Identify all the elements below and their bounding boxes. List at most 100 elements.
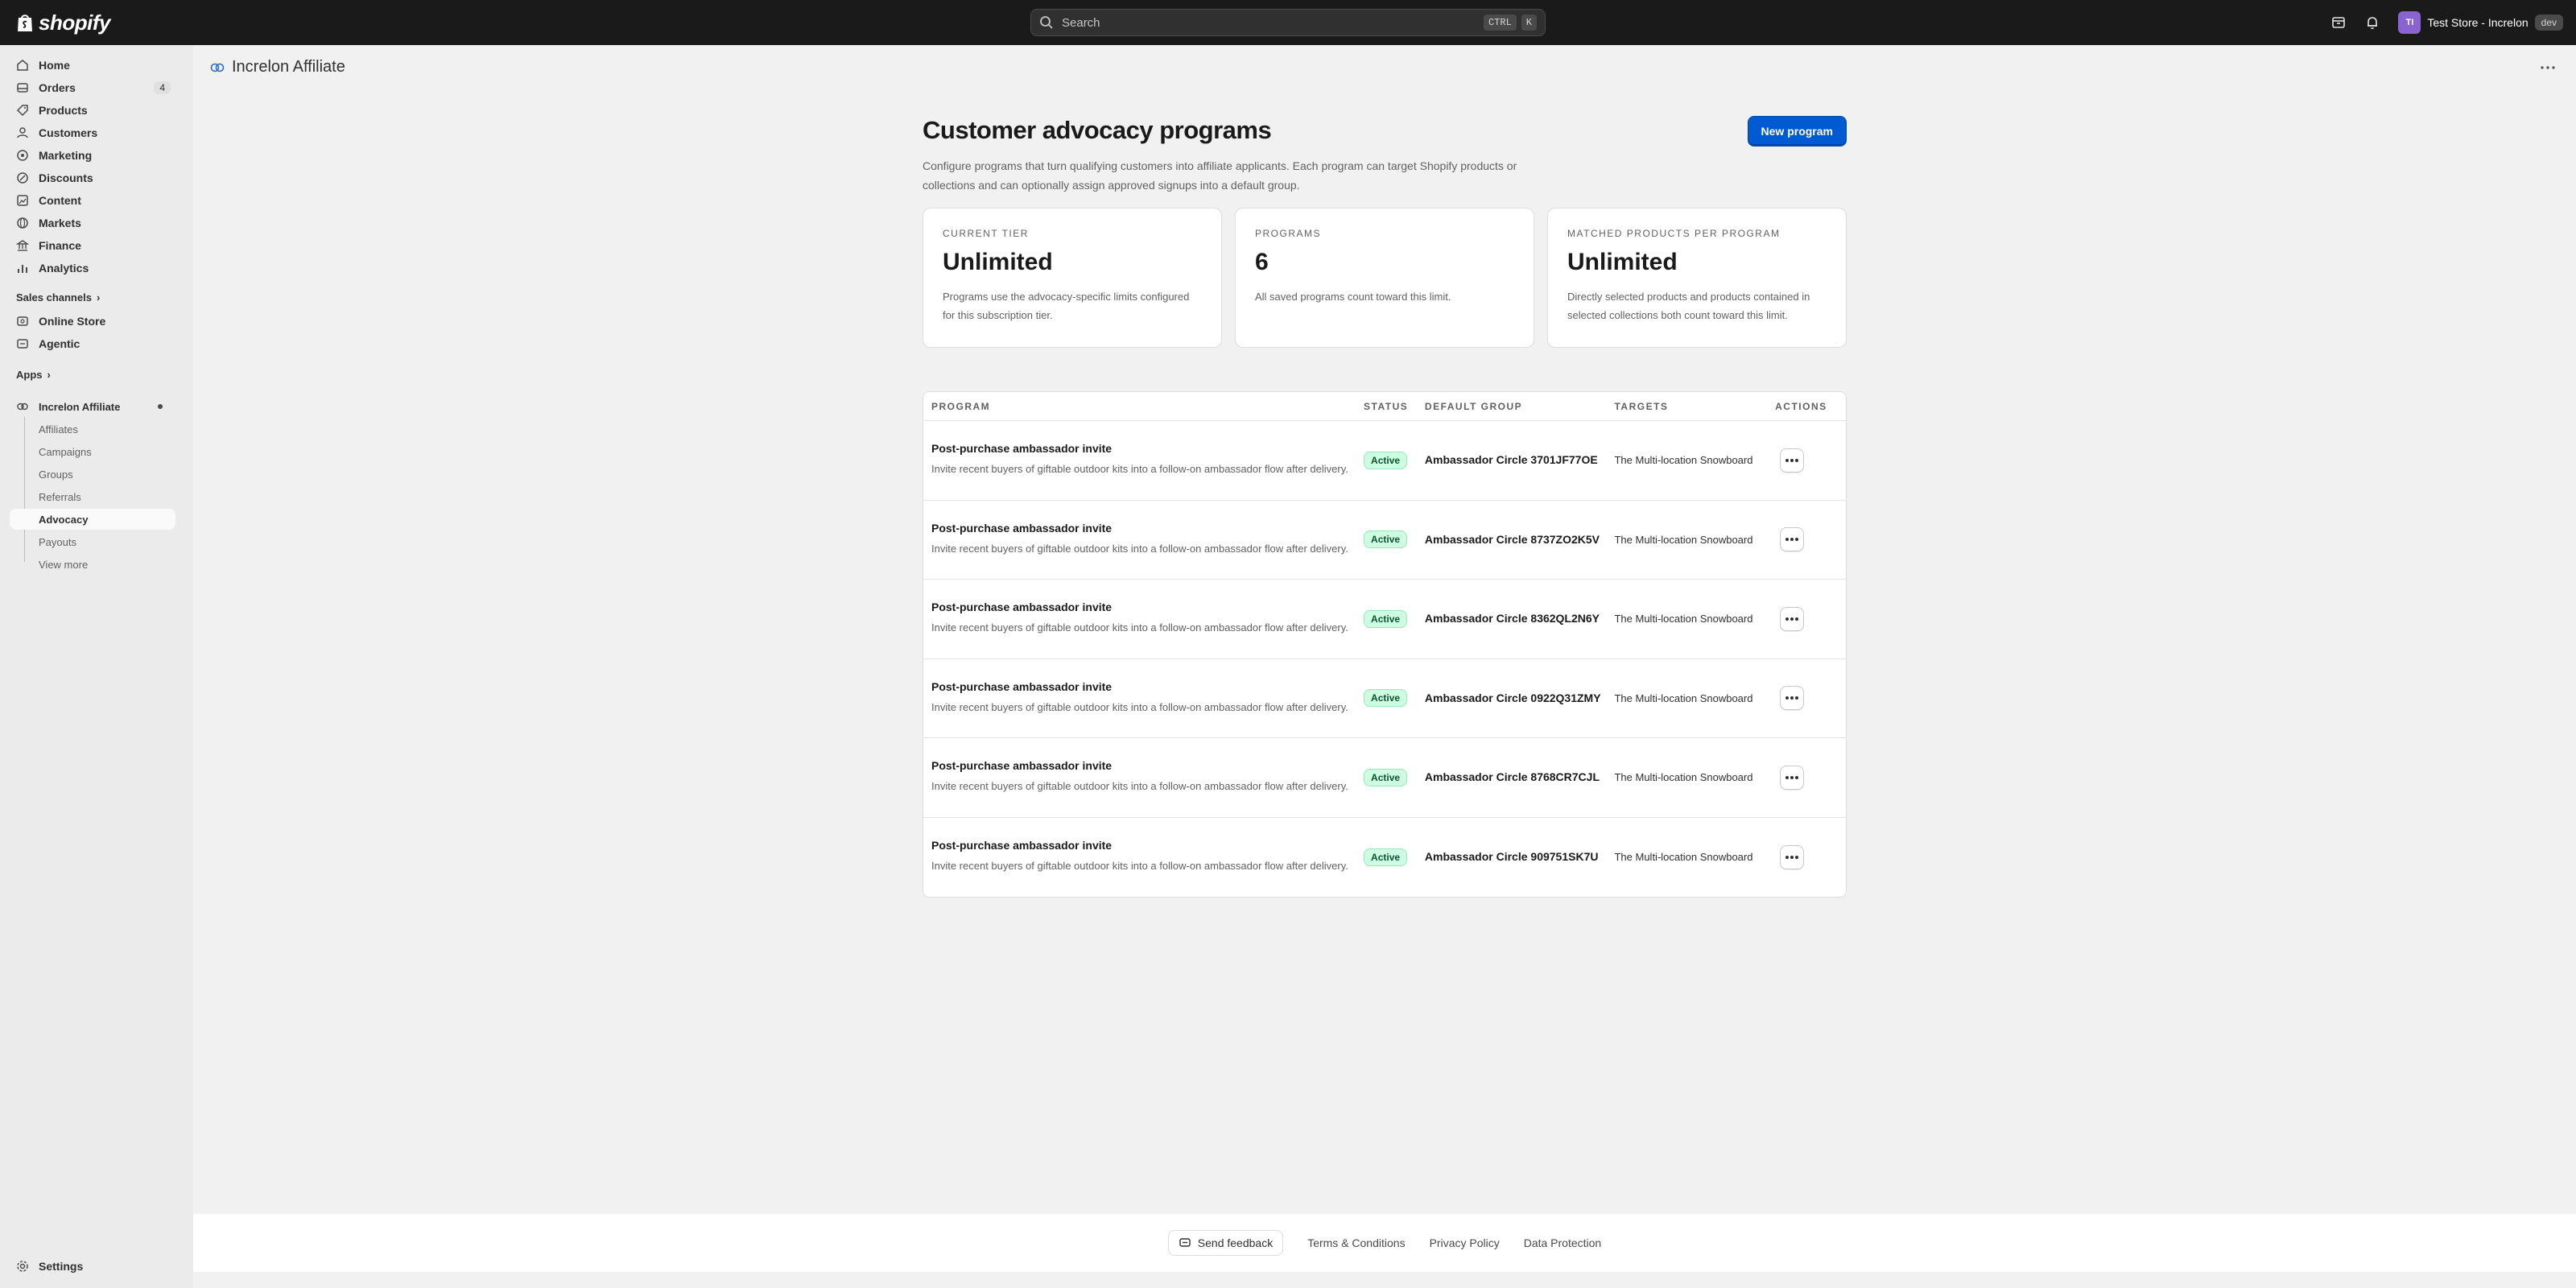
more-horizontal-icon — [1785, 696, 1799, 700]
increlon-app-icon — [17, 402, 28, 411]
sidebar-item-label: Customers — [39, 126, 98, 139]
sidebar-item-content[interactable]: Content — [10, 190, 175, 211]
status-badge: Active — [1364, 451, 1408, 469]
new-program-button[interactable]: New program — [1747, 116, 1847, 147]
terms-link[interactable]: Terms & Conditions — [1307, 1236, 1405, 1249]
sidebar-item-orders[interactable]: Orders 4 — [10, 77, 175, 98]
program-desc: Invite recent buyers of giftable outdoor… — [931, 700, 1348, 713]
sidebar-item-products[interactable]: Products — [10, 100, 175, 121]
shopify-logo[interactable]: shopify — [16, 10, 110, 35]
card-value: Unlimited — [943, 249, 1053, 275]
row-actions-button[interactable] — [1780, 844, 1805, 869]
sidebar-item-label: Finance — [39, 239, 81, 252]
sidebar-item-label: Agentic — [39, 337, 80, 350]
status-badge: Active — [1364, 768, 1408, 786]
sidebar-item-label: Marketing — [39, 149, 93, 162]
send-feedback-button[interactable]: Send feedback — [1167, 1230, 1284, 1256]
default-group: Ambassador Circle 3701JF77OE — [1424, 453, 1598, 467]
row-actions-button[interactable] — [1780, 686, 1805, 711]
program-name[interactable]: Post-purchase ambassador invite — [931, 680, 1364, 693]
sidebar-item-customers[interactable]: Customers — [10, 122, 175, 143]
sidebar-sub-advocacy[interactable]: Advocacy — [10, 509, 175, 530]
program-desc: Invite recent buyers of giftable outdoor… — [931, 621, 1348, 634]
row-actions-button[interactable] — [1780, 527, 1805, 552]
data-protection-link[interactable]: Data Protection — [1524, 1236, 1602, 1249]
sidebar-item-discounts[interactable]: Discounts — [10, 167, 175, 188]
program-target: The Multi-location Snowboard — [1614, 691, 1753, 704]
sidebar-item-online-store[interactable]: Online Store — [10, 311, 175, 332]
row-actions-button[interactable] — [1780, 448, 1805, 473]
sidebar-item-settings[interactable]: Settings — [10, 1256, 175, 1277]
chevron-right-icon: › — [96, 291, 101, 303]
table-row[interactable]: Post-purchase ambassador invite Invite re… — [923, 421, 1846, 501]
search-input[interactable]: Search — [1062, 16, 1479, 30]
sidebar-item-finance[interactable]: Finance — [10, 235, 175, 256]
dev-badge: dev — [2534, 14, 2563, 31]
privacy-link[interactable]: Privacy Policy — [1430, 1236, 1500, 1249]
top-right-actions: TI Test Store - Increlon dev — [2330, 10, 2563, 35]
matched-products-card: MATCHED PRODUCTS PER PROGRAM Unlimited D… — [1547, 208, 1847, 348]
sidebar-item-label: Orders — [39, 81, 76, 94]
more-horizontal-icon[interactable] — [2537, 60, 2558, 76]
sidebar-sub-view-more[interactable]: View more — [39, 554, 88, 575]
bell-icon[interactable] — [2364, 14, 2380, 31]
program-name[interactable]: Post-purchase ambassador invite — [931, 442, 1364, 455]
apps-label: Apps — [16, 369, 43, 381]
products-icon — [16, 105, 28, 117]
program-target: The Multi-location Snowboard — [1614, 771, 1753, 784]
page-subtitle: Configure programs that turn qualifying … — [923, 159, 1517, 192]
table-row[interactable]: Post-purchase ambassador invite Invite re… — [923, 580, 1846, 659]
programs-card: PROGRAMS 6 All saved programs count towa… — [1235, 208, 1534, 348]
program-target: The Multi-location Snowboard — [1614, 613, 1753, 625]
sidebar-item-label: Products — [39, 104, 88, 117]
programs-table: PROGRAM STATUS DEFAULT GROUP TARGETS ACT… — [923, 391, 1847, 898]
sidebar-sub-affiliates[interactable]: Affiliates — [39, 419, 78, 440]
status-badge: Active — [1364, 689, 1408, 708]
sidebar-item-marketing[interactable]: Marketing — [10, 145, 175, 166]
table-row[interactable]: Post-purchase ambassador invite Invite re… — [923, 501, 1846, 580]
store-icon[interactable] — [2330, 14, 2347, 31]
more-horizontal-icon — [1785, 458, 1799, 462]
program-name[interactable]: Post-purchase ambassador invite — [931, 759, 1364, 772]
sidebar-sub-referrals[interactable]: Referrals — [39, 486, 81, 507]
sidebar-item-label: Markets — [39, 217, 81, 229]
table-row[interactable]: Post-purchase ambassador invite Invite re… — [923, 738, 1846, 818]
row-actions-button[interactable] — [1780, 765, 1805, 790]
more-horizontal-icon — [1785, 617, 1799, 621]
default-group: Ambassador Circle 909751SK7U — [1424, 850, 1599, 864]
sidebar-item-agentic[interactable]: Agentic — [10, 333, 175, 354]
chevron-right-icon: › — [47, 369, 51, 381]
sidebar-sub-payouts[interactable]: Payouts — [39, 531, 76, 552]
table-row[interactable]: Post-purchase ambassador invite Invite re… — [923, 818, 1846, 898]
apps-header[interactable]: Apps › — [16, 369, 51, 381]
row-actions-button[interactable] — [1780, 606, 1805, 631]
sidebar: Home Orders 4 Products Customers Marketi… — [0, 45, 193, 1288]
table-row[interactable]: Post-purchase ambassador invite Invite re… — [923, 659, 1846, 738]
column-header-program: PROGRAM — [931, 400, 991, 412]
program-target: The Multi-location Snowboard — [1614, 851, 1753, 864]
program-name[interactable]: Post-purchase ambassador invite — [931, 601, 1364, 613]
card-desc: All saved programs count toward this lim… — [1255, 291, 1451, 303]
orders-icon — [17, 83, 28, 93]
sidebar-item-home[interactable]: Home — [10, 55, 175, 76]
sidebar-item-analytics[interactable]: Analytics — [10, 258, 175, 279]
sidebar-item-markets[interactable]: Markets — [10, 213, 175, 233]
search-bar[interactable]: Search CTRL K — [1030, 9, 1546, 36]
sidebar-item-increlon-affiliate[interactable]: Increlon Affiliate — [10, 396, 175, 417]
sales-channels-header[interactable]: Sales channels › — [16, 291, 100, 303]
column-header-status: STATUS — [1364, 400, 1409, 412]
avatar: TI — [2398, 11, 2421, 34]
sidebar-sub-groups[interactable]: Groups — [39, 464, 73, 485]
program-name[interactable]: Post-purchase ambassador invite — [931, 839, 1364, 852]
content-icon — [17, 195, 28, 206]
main-area: Increlon Affiliate Customer advocacy pro… — [193, 45, 2576, 1288]
tree-line — [24, 417, 25, 562]
current-tier-card: CURRENT TIER Unlimited Programs use the … — [923, 208, 1222, 348]
summary-cards: CURRENT TIER Unlimited Programs use the … — [923, 208, 1847, 348]
sidebar-sub-campaigns[interactable]: Campaigns — [39, 441, 92, 462]
store-name: Test Store - Increlon — [2427, 16, 2529, 29]
store-menu[interactable]: TI Test Store - Increlon dev — [2398, 11, 2563, 34]
program-name[interactable]: Post-purchase ambassador invite — [931, 522, 1364, 535]
status-badge: Active — [1364, 609, 1408, 628]
column-header-default-group: DEFAULT GROUP — [1424, 400, 1523, 412]
